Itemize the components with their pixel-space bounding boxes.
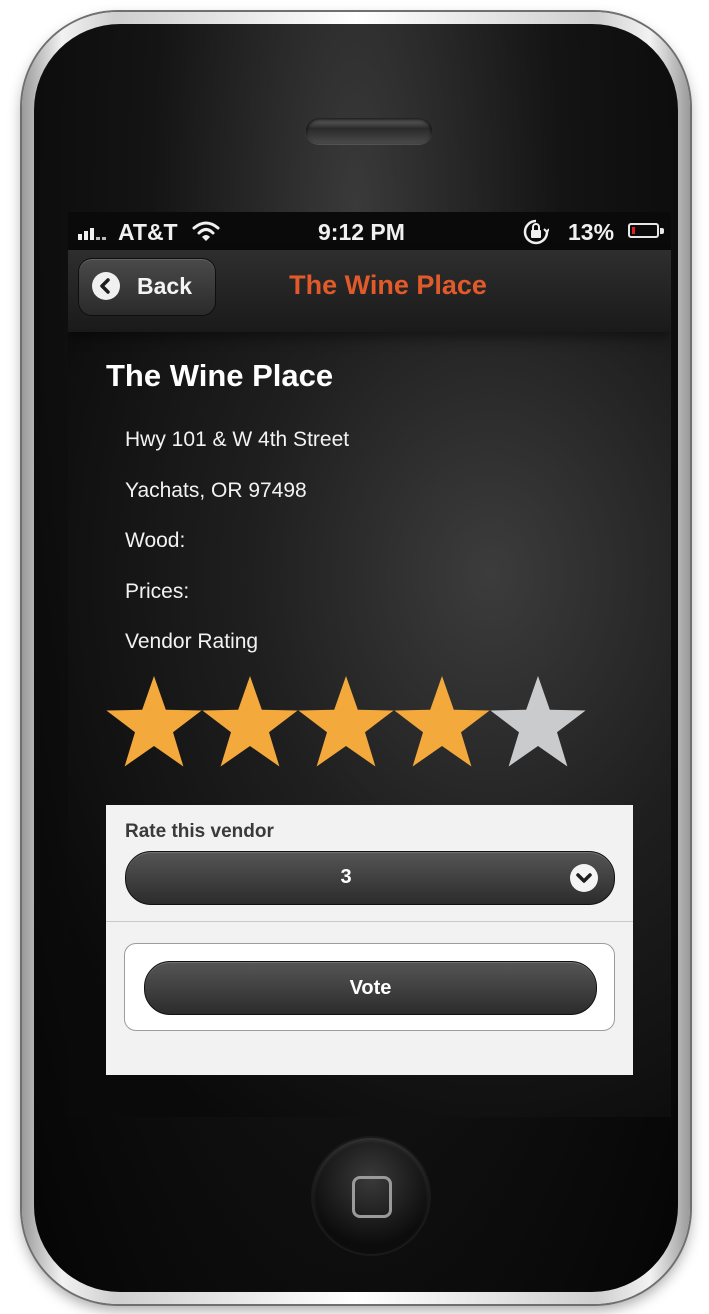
star-filled-icon — [298, 676, 394, 767]
navigation-bar: Back The Wine Place — [68, 250, 671, 332]
earpiece — [306, 118, 432, 144]
star-empty-icon — [490, 676, 586, 767]
back-button[interactable]: Back — [78, 258, 216, 316]
home-button[interactable] — [313, 1138, 429, 1254]
chevron-left-icon — [92, 272, 120, 300]
clock-time: 9:12 PM — [318, 219, 405, 245]
battery-icon — [628, 223, 659, 238]
vote-container: Vote — [124, 943, 615, 1031]
carrier-name: AT&T — [118, 219, 178, 245]
wifi-icon — [192, 221, 220, 241]
page-title: The Wine Place — [289, 270, 487, 300]
rate-vendor-label: Rate this vendor — [125, 821, 274, 842]
rating-select-value: 3 — [340, 866, 352, 888]
vendor-rating-stars — [106, 676, 586, 767]
rating-select[interactable]: 3 — [125, 851, 615, 905]
star-filled-icon — [394, 676, 490, 767]
vendor-name: The Wine Place — [106, 358, 334, 393]
battery-tip — [660, 228, 664, 234]
star-filled-icon — [202, 676, 298, 767]
vendor-address: Hwy 101 & W 4th Street — [125, 428, 350, 451]
signal-icon — [78, 228, 106, 240]
vote-button[interactable]: Vote — [144, 961, 597, 1015]
battery-percent: 13% — [568, 219, 615, 245]
wood-label: Wood: — [125, 529, 186, 552]
vendor-city: Yachats, OR 97498 — [125, 479, 307, 502]
screen: AT&T 9:12 PM 13% Back The Wine Place The… — [68, 212, 671, 1117]
vendor-rating-label: Vendor Rating — [125, 630, 259, 653]
back-button-label: Back — [137, 273, 192, 299]
orientation-lock-icon — [523, 219, 549, 245]
vote-button-label: Vote — [349, 977, 392, 999]
home-square-icon — [352, 1176, 392, 1218]
chevron-down-icon — [570, 864, 598, 892]
rate-vendor-panel: Rate this vendor 3 Vote — [106, 805, 633, 1075]
battery-level-fill — [632, 227, 635, 234]
star-filled-icon — [106, 676, 202, 767]
prices-label: Prices: — [125, 580, 190, 603]
divider — [106, 921, 633, 922]
status-bar: AT&T 9:12 PM 13% — [68, 212, 671, 250]
